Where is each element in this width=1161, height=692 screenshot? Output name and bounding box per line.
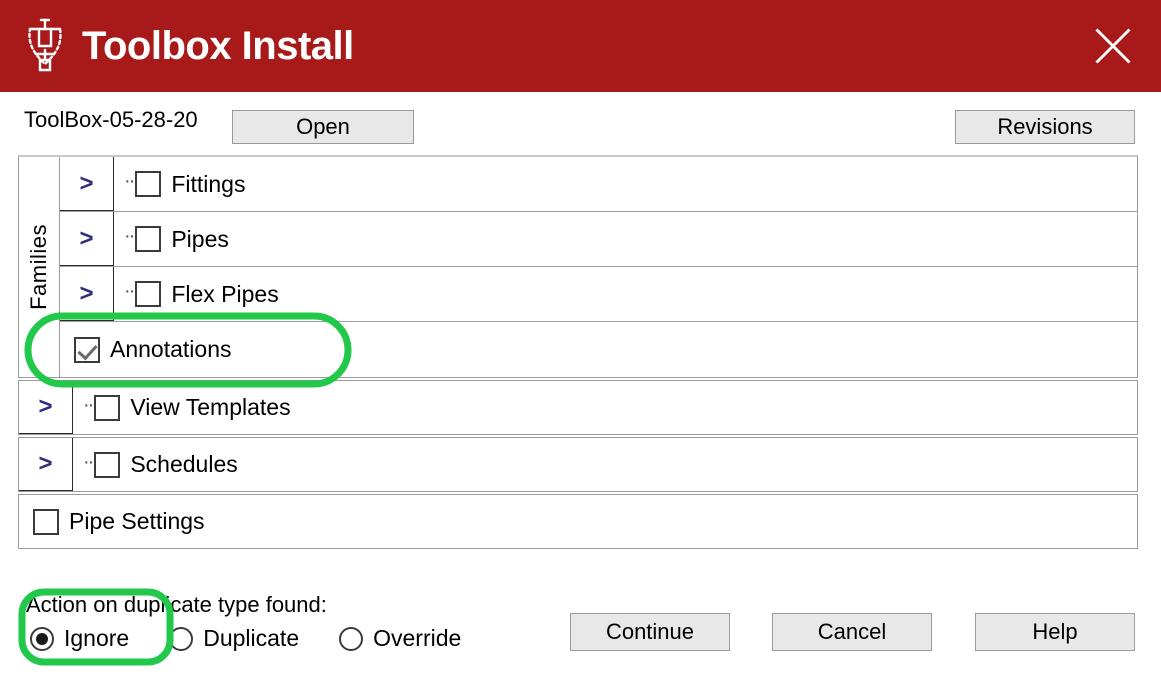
- families-group: Families > ·· Fittings > ·· Pipes > ·· F…: [18, 155, 1138, 378]
- row-label: Annotations: [110, 336, 232, 362]
- checkbox-pipe-settings[interactable]: [33, 508, 59, 535]
- checkbox-view-templates[interactable]: [94, 394, 121, 421]
- checkbox-fittings[interactable]: [135, 171, 162, 197]
- checkbox-pipes[interactable]: [135, 226, 162, 252]
- title-bar: Toolbox Install: [0, 0, 1161, 92]
- duplicate-action-label: Action on duplicate type found:: [26, 592, 327, 617]
- tree-connector-icon: ··: [124, 225, 135, 247]
- row-body: Annotations: [60, 322, 1137, 377]
- radio-override-indicator[interactable]: [339, 626, 364, 651]
- table-row[interactable]: Pipe Settings: [18, 494, 1138, 549]
- row-body: ·· Schedules: [73, 438, 1137, 491]
- open-button[interactable]: Open: [232, 110, 414, 144]
- row-label: Schedules: [130, 451, 238, 477]
- revisions-button[interactable]: Revisions: [955, 110, 1135, 144]
- row-body: ·· Flex Pipes: [114, 267, 1137, 321]
- row-label: Pipes: [171, 225, 229, 252]
- table-row[interactable]: > ·· Flex Pipes: [60, 267, 1137, 322]
- close-icon[interactable]: [1087, 20, 1139, 72]
- file-name-label: ToolBox-05-28-20: [24, 107, 198, 132]
- row-body: ·· View Templates: [73, 381, 1137, 434]
- radio-label: Duplicate: [203, 625, 300, 651]
- radio-ignore-indicator[interactable]: [30, 626, 54, 651]
- families-group-label: Families: [19, 157, 60, 377]
- radio-duplicate-indicator[interactable]: [169, 626, 194, 651]
- row-label: Pipe Settings: [69, 508, 205, 534]
- checkbox-annotations[interactable]: [74, 336, 100, 363]
- continue-button[interactable]: Continue: [570, 613, 730, 651]
- table-row[interactable]: > ·· View Templates: [18, 380, 1138, 435]
- row-body: ·· Fittings: [114, 157, 1137, 211]
- table-row[interactable]: > ·· Fittings: [60, 157, 1137, 212]
- checkbox-schedules[interactable]: [94, 451, 121, 478]
- checkbox-flex-pipes[interactable]: [135, 281, 162, 307]
- expand-schedules-icon[interactable]: >: [19, 438, 73, 491]
- tree-connector-icon: ··: [124, 280, 135, 302]
- expand-flex-pipes-icon[interactable]: >: [60, 267, 114, 321]
- plumb-bob-icon: [22, 16, 68, 76]
- radio-label: Override: [373, 625, 462, 651]
- radio-option-duplicate[interactable]: Duplicate: [169, 625, 299, 652]
- help-button[interactable]: Help: [975, 613, 1135, 651]
- install-item-tree: Families > ·· Fittings > ·· Pipes > ·· F…: [18, 155, 1138, 549]
- row-label: Fittings: [171, 170, 246, 197]
- tree-connector-icon: ··: [124, 170, 135, 192]
- row-body: Pipe Settings: [19, 495, 1137, 548]
- families-group-rows: > ·· Fittings > ·· Pipes > ·· Flex Pipes…: [60, 157, 1137, 377]
- tree-connector-icon: ··: [83, 393, 94, 416]
- page-title: Toolbox Install: [82, 23, 354, 68]
- radio-label: Ignore: [64, 625, 130, 651]
- expand-pipes-icon[interactable]: >: [60, 212, 114, 266]
- radio-option-ignore[interactable]: Ignore: [30, 625, 129, 652]
- expand-view-templates-icon[interactable]: >: [19, 381, 73, 434]
- row-body: ·· Pipes: [114, 212, 1137, 266]
- expand-fittings-icon[interactable]: >: [60, 157, 114, 211]
- duplicate-action-radio-group: Ignore Duplicate Override: [30, 625, 501, 652]
- row-label: Flex Pipes: [171, 280, 279, 307]
- table-row[interactable]: > ·· Schedules: [18, 437, 1138, 492]
- table-row[interactable]: Annotations: [60, 322, 1137, 377]
- tree-connector-icon: ··: [83, 450, 94, 473]
- radio-option-override[interactable]: Override: [339, 625, 461, 652]
- cancel-button[interactable]: Cancel: [772, 613, 932, 651]
- row-label: View Templates: [130, 394, 291, 420]
- table-row[interactable]: > ·· Pipes: [60, 212, 1137, 267]
